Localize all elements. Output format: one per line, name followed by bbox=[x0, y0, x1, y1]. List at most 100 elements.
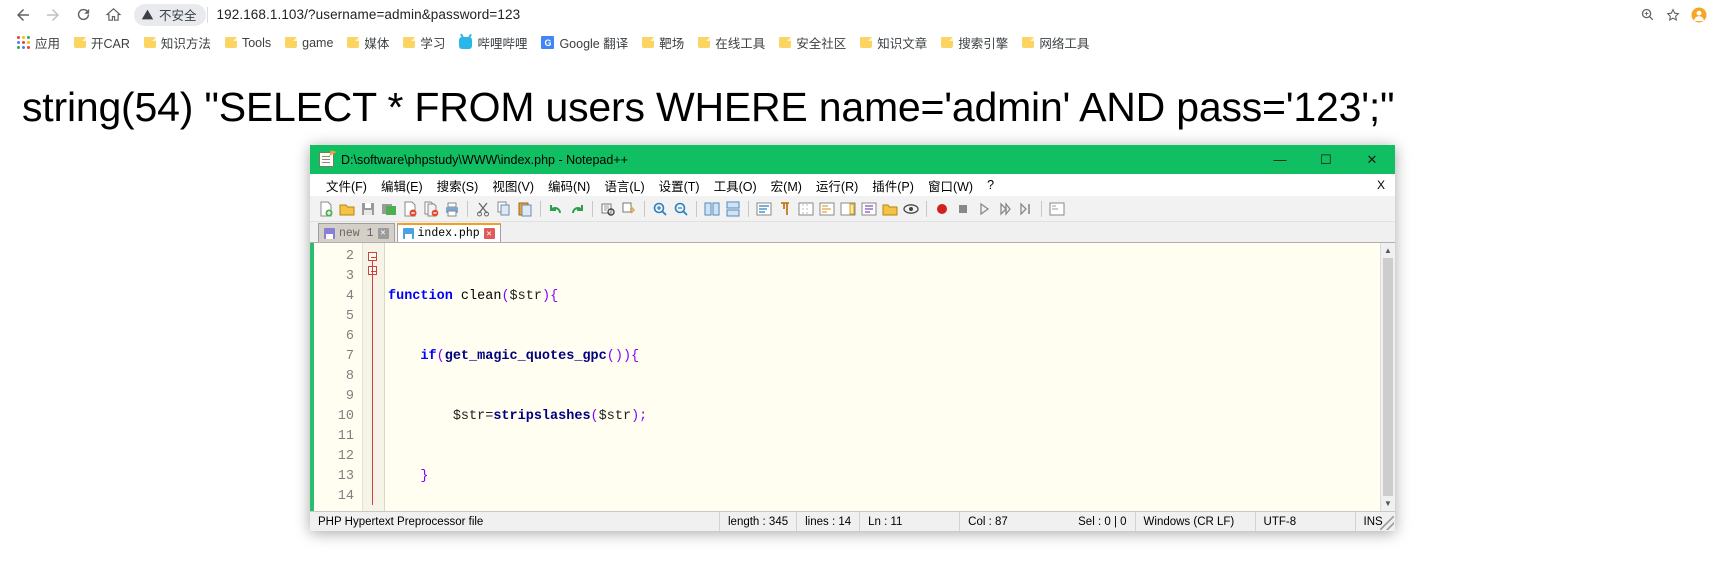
close-document-x[interactable]: X bbox=[1377, 178, 1385, 192]
tab-close-icon[interactable]: ✕ bbox=[377, 227, 389, 239]
close-button[interactable]: ✕ bbox=[1349, 145, 1395, 174]
open-file-icon[interactable] bbox=[337, 199, 357, 219]
find-icon[interactable] bbox=[598, 199, 618, 219]
bookmark-meiti[interactable]: 媒体 bbox=[340, 31, 396, 54]
folder-icon bbox=[941, 37, 954, 48]
bookmark-bachang[interactable]: 靶场 bbox=[635, 31, 691, 54]
redo-icon[interactable] bbox=[567, 199, 587, 219]
menu-window[interactable]: 窗口(W) bbox=[921, 174, 980, 197]
minimize-button[interactable]: — bbox=[1257, 145, 1303, 174]
zoom-out-icon[interactable] bbox=[671, 199, 691, 219]
indent-guide-icon[interactable] bbox=[796, 199, 816, 219]
line-number: 10 bbox=[337, 409, 354, 424]
sync-scroll-h-icon[interactable] bbox=[723, 199, 743, 219]
monitoring-icon[interactable] bbox=[901, 199, 921, 219]
security-status-chip[interactable]: 不安全 bbox=[134, 3, 206, 26]
print-icon[interactable] bbox=[442, 199, 462, 219]
replace-icon[interactable] bbox=[619, 199, 639, 219]
run-icon[interactable] bbox=[1047, 199, 1067, 219]
resize-grip[interactable] bbox=[1380, 516, 1394, 530]
menu-settings[interactable]: 设置(T) bbox=[652, 174, 707, 197]
menu-search[interactable]: 搜索(S) bbox=[430, 174, 486, 197]
maximize-button[interactable]: ☐ bbox=[1303, 145, 1349, 174]
code-folding-margin[interactable] bbox=[362, 243, 384, 511]
bookmark-xuexi[interactable]: 学习 bbox=[396, 31, 452, 54]
profile-avatar-icon[interactable] bbox=[1686, 2, 1712, 28]
play-multiple-macro-icon[interactable] bbox=[995, 199, 1015, 219]
scroll-up-icon[interactable]: ▲ bbox=[1381, 243, 1395, 258]
line-number: 9 bbox=[345, 389, 354, 404]
save-macro-icon[interactable] bbox=[1016, 199, 1036, 219]
page-viewport: string(54) "SELECT * FROM users WHERE na… bbox=[0, 62, 1720, 587]
home-icon[interactable] bbox=[98, 2, 128, 28]
bookmark-zhishifangfa[interactable]: 知识方法 bbox=[137, 31, 218, 54]
menu-run[interactable]: 运行(R) bbox=[809, 174, 865, 197]
code-line-2: function clean($str){ bbox=[388, 289, 559, 304]
bookmark-label: 网络工具 bbox=[1039, 37, 1090, 51]
save-icon[interactable] bbox=[358, 199, 378, 219]
show-all-chars-icon[interactable] bbox=[775, 199, 795, 219]
bookmark-label: 靶场 bbox=[659, 37, 685, 51]
play-macro-icon[interactable] bbox=[974, 199, 994, 219]
copy-icon[interactable] bbox=[494, 199, 514, 219]
bookmark-apps[interactable]: 应用 bbox=[10, 31, 67, 54]
stop-macro-icon[interactable] bbox=[953, 199, 973, 219]
close-all-icon[interactable] bbox=[421, 199, 441, 219]
save-all-icon[interactable] bbox=[379, 199, 399, 219]
tab-new-1[interactable]: new 1 ✕ bbox=[318, 223, 395, 242]
address-bar[interactable]: 不安全 192.168.1.103/?username=admin&passwo… bbox=[134, 2, 1626, 27]
tab-close-icon[interactable]: ✕ bbox=[483, 228, 495, 239]
google-translate-icon: G bbox=[541, 36, 555, 49]
fold-toggle-icon[interactable] bbox=[368, 252, 377, 261]
menu-view[interactable]: 视图(V) bbox=[485, 174, 541, 197]
cut-icon[interactable] bbox=[473, 199, 493, 219]
bookmark-zaixiangongju[interactable]: 在线工具 bbox=[691, 31, 772, 54]
bookmark-kaicar[interactable]: 开CAR bbox=[67, 31, 137, 54]
scroll-down-icon[interactable]: ▼ bbox=[1381, 496, 1395, 511]
undo-icon[interactable] bbox=[546, 199, 566, 219]
forward-icon[interactable] bbox=[38, 2, 68, 28]
editor-area[interactable]: 2 3 4 5 6 7 8 9 10 11 12 13 14 function bbox=[310, 242, 1395, 511]
vertical-scrollbar[interactable]: ▲ ▼ bbox=[1380, 243, 1395, 511]
back-icon[interactable] bbox=[8, 2, 38, 28]
folder-as-workspace-icon[interactable] bbox=[880, 199, 900, 219]
bookmark-label: 知识文章 bbox=[877, 37, 928, 51]
menu-file[interactable]: 文件(F) bbox=[319, 174, 374, 197]
menu-edit[interactable]: 编辑(E) bbox=[374, 174, 430, 197]
menu-encoding[interactable]: 编码(N) bbox=[541, 174, 597, 197]
bookmark-label: 知识方法 bbox=[160, 37, 211, 51]
paste-icon[interactable] bbox=[515, 199, 535, 219]
fold-range-line bbox=[372, 261, 373, 505]
user-language-icon[interactable] bbox=[817, 199, 837, 219]
bookmark-star-icon[interactable] bbox=[1660, 2, 1686, 28]
bookmark-zhishiwenzhang[interactable]: 知识文章 bbox=[853, 31, 934, 54]
document-map-icon[interactable] bbox=[838, 199, 858, 219]
reload-icon[interactable] bbox=[68, 2, 98, 28]
menu-tools[interactable]: 工具(O) bbox=[707, 174, 764, 197]
scrollbar-thumb[interactable] bbox=[1383, 258, 1393, 496]
menu-macro[interactable]: 宏(M) bbox=[764, 174, 809, 197]
bookmark-anquanshequ[interactable]: 安全社区 bbox=[772, 31, 853, 54]
notepad-titlebar[interactable]: D:\software\phpstudy\WWW\index.php - Not… bbox=[310, 145, 1395, 174]
bookmark-bilibili[interactable]: 哔哩哔哩 bbox=[452, 31, 534, 54]
zoom-icon[interactable] bbox=[1634, 2, 1660, 28]
status-bar: PHP Hypertext Preprocessor file length :… bbox=[310, 511, 1395, 531]
line-number: 4 bbox=[345, 289, 354, 304]
bookmark-tools[interactable]: Tools bbox=[218, 34, 278, 52]
word-wrap-icon[interactable] bbox=[754, 199, 774, 219]
new-file-icon[interactable] bbox=[316, 199, 336, 219]
menu-help[interactable]: ? bbox=[980, 176, 1001, 194]
tab-index-php[interactable]: index.php ✕ bbox=[396, 223, 501, 242]
sync-scroll-v-icon[interactable] bbox=[702, 199, 722, 219]
bookmark-wangluogongju[interactable]: 网络工具 bbox=[1015, 31, 1096, 54]
bookmark-game[interactable]: game bbox=[278, 34, 340, 52]
function-list-icon[interactable] bbox=[859, 199, 879, 219]
bookmark-google-translate[interactable]: G Google 翻译 bbox=[534, 31, 635, 54]
menu-language[interactable]: 语言(L) bbox=[597, 174, 651, 197]
bookmark-sousuoyinqing[interactable]: 搜索引擎 bbox=[934, 31, 1015, 54]
zoom-in-icon[interactable] bbox=[650, 199, 670, 219]
close-file-icon[interactable] bbox=[400, 199, 420, 219]
record-macro-icon[interactable] bbox=[932, 199, 952, 219]
menu-plugins[interactable]: 插件(P) bbox=[865, 174, 921, 197]
code-text[interactable]: function clean($str){ if(get_magic_quote… bbox=[384, 243, 1380, 511]
